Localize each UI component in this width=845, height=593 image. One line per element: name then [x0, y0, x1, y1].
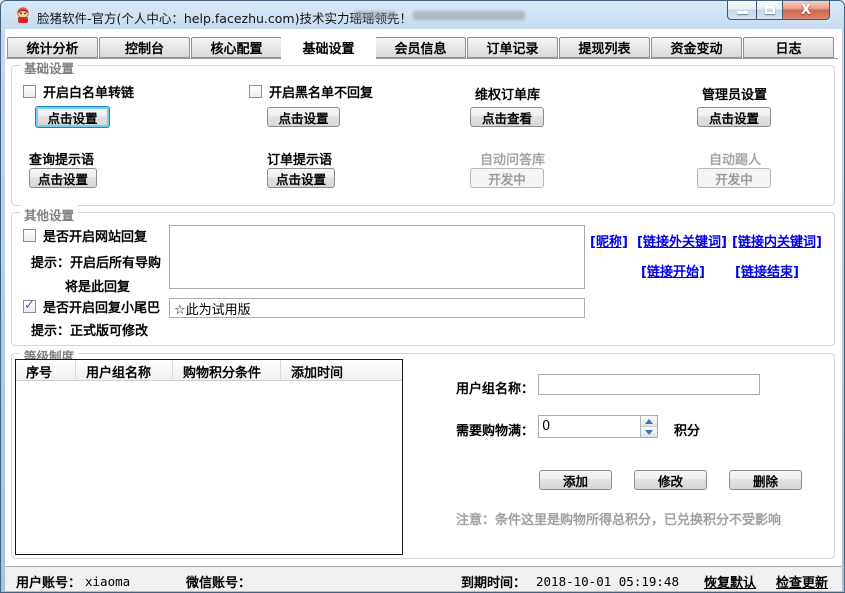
- points-input[interactable]: [539, 416, 640, 437]
- minimize-button[interactable]: [727, 1, 756, 20]
- maximize-button[interactable]: [756, 1, 783, 20]
- rights-orders-label: 维权订单库: [475, 88, 541, 103]
- tab-console[interactable]: 控制台: [99, 37, 190, 58]
- order-prompt-label: 订单提示语: [267, 153, 333, 168]
- order-prompt-settings-button[interactable]: 点击设置: [267, 168, 335, 188]
- tab-stats[interactable]: 统计分析: [7, 37, 98, 58]
- modify-button[interactable]: 修改: [634, 470, 707, 490]
- spinner-arrows: [640, 416, 657, 437]
- white-list-checkbox-row[interactable]: 开启白名单转链: [23, 82, 134, 101]
- insert-link-end-link[interactable]: [链接结束]: [735, 261, 799, 280]
- group-name-label: 用户组名称：: [456, 382, 535, 397]
- white-list-settings-button[interactable]: 点击设置: [35, 106, 110, 128]
- tab-log[interactable]: 日志: [743, 37, 834, 58]
- tab-funds-change[interactable]: 资金变动: [651, 37, 742, 58]
- spinner-up-button[interactable]: [641, 416, 657, 427]
- tab-strip-border: [6, 58, 838, 59]
- delete-button[interactable]: 删除: [729, 470, 802, 490]
- tab-member-info[interactable]: 会员信息: [375, 37, 466, 58]
- level-table-header: 序号 用户组名称 购物积分条件 添加时间: [16, 360, 402, 381]
- black-list-label: 开启黑名单不回复: [269, 86, 374, 101]
- auto-kick-developing-button: 开发中: [697, 168, 771, 188]
- redacted-text: [413, 11, 525, 20]
- black-list-checkbox-row[interactable]: 开启黑名单不回复: [249, 82, 373, 101]
- level-table-body: [16, 381, 402, 555]
- website-reply-checkbox[interactable]: [23, 229, 36, 242]
- reply-tail-label: 是否开启回复小尾巴: [43, 301, 161, 316]
- query-prompt-label: 查询提示语: [29, 153, 95, 168]
- admin-settings-button[interactable]: 点击设置: [697, 107, 771, 127]
- column-header-condition[interactable]: 购物积分条件: [173, 360, 281, 381]
- account-label: 用户账号：: [16, 576, 82, 591]
- maximize-icon: [764, 6, 775, 14]
- points-required-label: 需要购物满：: [456, 424, 535, 439]
- reply-tail-hint: 提示：正式版可修改: [31, 324, 149, 339]
- group-basic-legend: 基础设置: [20, 58, 79, 77]
- tab-withdraw-list[interactable]: 提现列表: [559, 37, 650, 58]
- reply-tail-checkbox[interactable]: [23, 298, 36, 313]
- window-controls: X: [727, 1, 830, 20]
- account-value: xiaoma: [85, 574, 131, 589]
- title-bar: 脸猪软件-官方(个人中心：help.facezhu.com)技术实力瑶瑶领先！ …: [1, 1, 844, 29]
- admin-settings-label: 管理员设置: [702, 88, 768, 103]
- app-icon[interactable]: [14, 6, 32, 24]
- arrow-down-icon: [645, 429, 653, 435]
- website-reply-hint-line1: 提示：开启后所有导购: [31, 256, 162, 271]
- wechat-label: 微信账号：: [186, 576, 252, 591]
- insert-link-start-link[interactable]: [链接开始]: [641, 261, 705, 280]
- points-unit-label: 积分: [674, 424, 701, 439]
- insert-link-inner-keyword-link[interactable]: [链接内关键词]: [732, 231, 822, 250]
- app-window: 脸猪软件-官方(个人中心：help.facezhu.com)技术实力瑶瑶领先！ …: [0, 0, 845, 593]
- add-button[interactable]: 添加: [539, 470, 612, 490]
- minimize-icon: [736, 10, 748, 14]
- group-name-input[interactable]: [538, 374, 760, 395]
- level-note: 注意：条件这里是购物所得总积分，已兑换积分不受影响: [456, 513, 782, 528]
- website-reply-label: 是否开启网站回复: [43, 230, 148, 245]
- website-reply-checkbox-row[interactable]: 是否开启网站回复: [23, 226, 147, 245]
- auto-kick-label: 自动踢人: [709, 153, 762, 168]
- group-other-legend: 其他设置: [20, 205, 79, 224]
- website-reply-hint-line2: 将是此回复: [65, 280, 131, 295]
- points-spinner: [538, 415, 658, 438]
- spinner-down-button[interactable]: [641, 427, 657, 437]
- website-reply-textarea[interactable]: [169, 225, 585, 289]
- insert-link-outer-keyword-link[interactable]: [链接外关键词]: [637, 231, 727, 250]
- auto-qa-developing-button: 开发中: [470, 168, 544, 188]
- reply-tail-input[interactable]: [169, 298, 585, 318]
- tab-core-config[interactable]: 核心配置: [191, 37, 282, 58]
- redacted-text: [354, 11, 396, 20]
- black-list-checkbox[interactable]: [249, 85, 262, 98]
- check-update-link[interactable]: 检查更新: [776, 572, 828, 591]
- restore-defaults-link[interactable]: 恢复默认: [704, 572, 756, 591]
- rights-orders-view-button[interactable]: 点击查看: [470, 107, 544, 127]
- tab-order-records[interactable]: 订单记录: [467, 37, 558, 58]
- white-list-label: 开启白名单转链: [43, 86, 135, 101]
- arrow-up-icon: [645, 418, 653, 424]
- close-button[interactable]: X: [783, 1, 830, 20]
- column-header-index[interactable]: 序号: [16, 360, 76, 381]
- close-icon: X: [800, 2, 812, 18]
- column-header-addtime[interactable]: 添加时间: [281, 360, 402, 381]
- level-table: 序号 用户组名称 购物积分条件 添加时间: [15, 359, 403, 555]
- expire-value: 2018-10-01 05:19:48: [536, 574, 679, 589]
- status-bar: 用户账号： xiaoma 微信账号： 到期时间： 2018-10-01 05:1…: [5, 566, 842, 591]
- reply-tail-checkbox-row[interactable]: 是否开启回复小尾巴: [23, 297, 160, 316]
- expire-label: 到期时间：: [461, 576, 527, 591]
- insert-nickname-link[interactable]: [昵称]: [590, 231, 628, 250]
- black-list-settings-button[interactable]: 点击设置: [267, 107, 340, 127]
- query-prompt-settings-button[interactable]: 点击设置: [29, 168, 97, 188]
- white-list-checkbox[interactable]: [23, 85, 36, 98]
- auto-qa-label: 自动问答库: [480, 153, 546, 168]
- column-header-groupname[interactable]: 用户组名称: [76, 360, 173, 381]
- tab-basic-settings[interactable]: 基础设置: [281, 34, 376, 60]
